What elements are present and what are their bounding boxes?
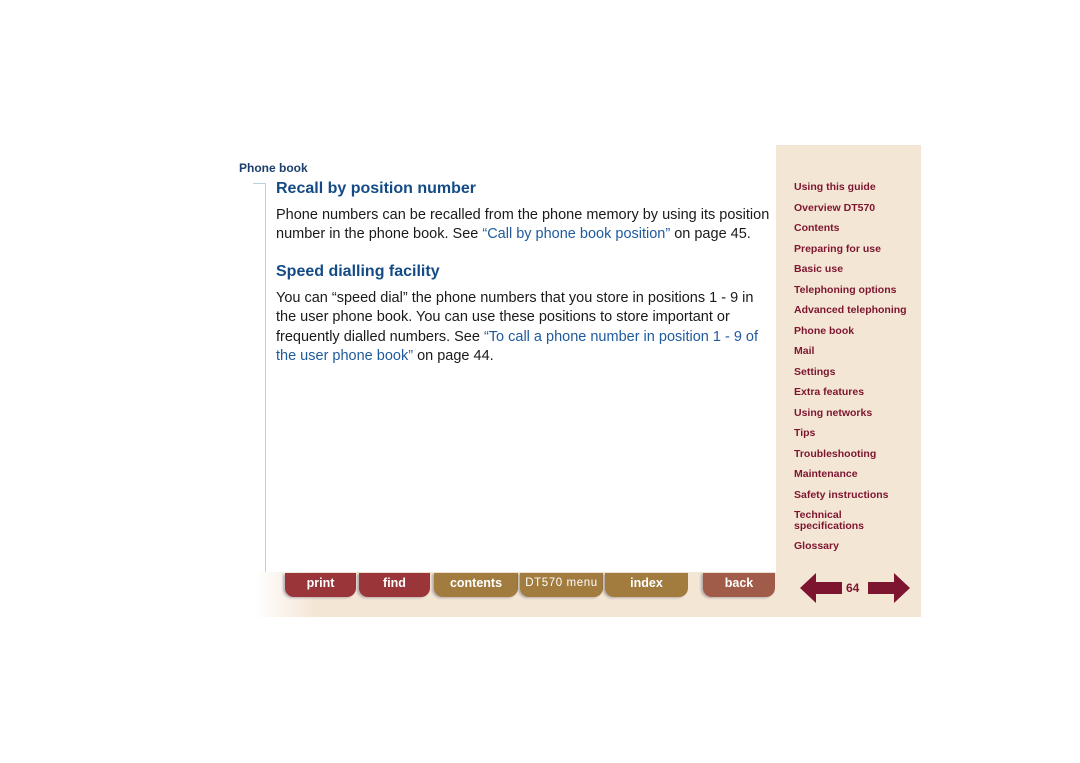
- nav-item-tips[interactable]: Tips: [794, 428, 907, 449]
- nav-item-safety-instructions[interactable]: Safety instructions: [794, 489, 907, 511]
- nav-item-preparing-for-use[interactable]: Preparing for use: [794, 243, 907, 265]
- nav-item-using-networks[interactable]: Using networks: [794, 407, 907, 429]
- nav-item-telephoning-options[interactable]: Telephoning options: [794, 284, 907, 306]
- previous-page-arrow-icon[interactable]: [800, 573, 842, 603]
- nav-item-contents[interactable]: Contents: [794, 223, 907, 244]
- back-button[interactable]: back: [703, 573, 775, 597]
- next-page-arrow-icon[interactable]: [868, 573, 910, 603]
- page-navigation: 64: [800, 573, 910, 603]
- section-label: Phone book: [239, 161, 308, 175]
- paragraph-recall: Phone numbers can be recalled from the p…: [276, 206, 771, 245]
- index-button[interactable]: index: [605, 573, 688, 597]
- frame-divider: [253, 183, 266, 184]
- paragraph-speed-dial: You can “speed dial” the phone numbers t…: [276, 289, 771, 367]
- nav-item-mail[interactable]: Mail: [794, 346, 907, 367]
- paragraph-text: on page 44.: [413, 348, 494, 365]
- nav-item-maintenance[interactable]: Maintenance: [794, 469, 907, 490]
- nav-item-technical-specifications[interactable]: Technical specifications: [794, 510, 874, 541]
- main-content: Recall by position number Phone numbers …: [276, 178, 771, 366]
- chapter-nav-list: Using this guide Overview DT570 Contents…: [794, 182, 907, 562]
- find-button[interactable]: find: [359, 573, 430, 597]
- nav-item-using-this-guide[interactable]: Using this guide: [794, 182, 907, 203]
- nav-item-glossary[interactable]: Glossary: [794, 541, 907, 562]
- navigation-panel: Using this guide Overview DT570 Contents…: [776, 145, 921, 617]
- link-call-by-phone-book-position[interactable]: “Call by phone book position”: [482, 226, 670, 242]
- dt570-menu-button[interactable]: DT570 menu: [520, 573, 603, 597]
- heading-recall-by-position: Recall by position number: [276, 180, 477, 197]
- paragraph-text: on page 45.: [670, 226, 751, 243]
- nav-item-troubleshooting[interactable]: Troubleshooting: [794, 448, 907, 470]
- nav-item-settings[interactable]: Settings: [794, 366, 907, 388]
- nav-item-extra-features[interactable]: Extra features: [794, 387, 907, 408]
- page-number: 64: [846, 581, 860, 595]
- print-button[interactable]: print: [285, 573, 356, 597]
- contents-button[interactable]: contents: [434, 573, 518, 597]
- nav-item-overview[interactable]: Overview DT570: [794, 202, 907, 224]
- nav-item-basic-use[interactable]: Basic use: [794, 264, 907, 285]
- nav-item-advanced-telephoning[interactable]: Advanced telephoning: [794, 305, 907, 326]
- heading-speed-dialling: Speed dialling facility: [276, 262, 440, 280]
- nav-item-phone-book[interactable]: Phone book: [794, 325, 907, 347]
